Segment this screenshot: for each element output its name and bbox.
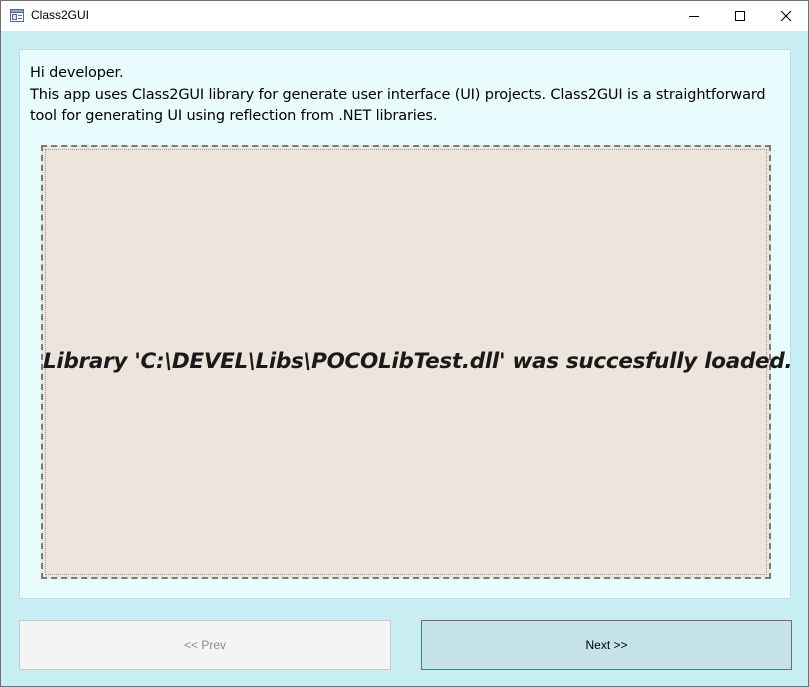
close-icon (780, 10, 792, 22)
maximize-icon (735, 11, 745, 21)
close-button[interactable] (763, 1, 809, 31)
greeting-text: Hi developer. (30, 65, 124, 81)
window-title: Class2GUI (31, 8, 90, 22)
app-window: Class2GUI Hi developer. This app uses Cl… (0, 0, 809, 687)
next-button[interactable]: Next >> (421, 620, 792, 670)
app-window-icon (10, 9, 24, 22)
content-panel: Hi developer. This app uses Class2GUI li… (19, 49, 793, 599)
maximize-button[interactable] (717, 1, 763, 31)
description-text: This app uses Class2GUI library for gene… (30, 86, 766, 125)
intro-text: Hi developer. This app uses Class2GUI li… (30, 63, 782, 128)
minimize-button[interactable] (671, 1, 717, 31)
prev-button[interactable]: << Prev (19, 620, 391, 670)
title-bar[interactable]: Class2GUI (1, 1, 808, 31)
minimize-icon (689, 16, 699, 17)
status-message-box: Library 'C:\DEVEL\Libs\POCOLibTest.dll' … (41, 145, 793, 579)
status-message: Library 'C:\DEVEL\Libs\POCOLibTest.dll' … (43, 349, 793, 374)
